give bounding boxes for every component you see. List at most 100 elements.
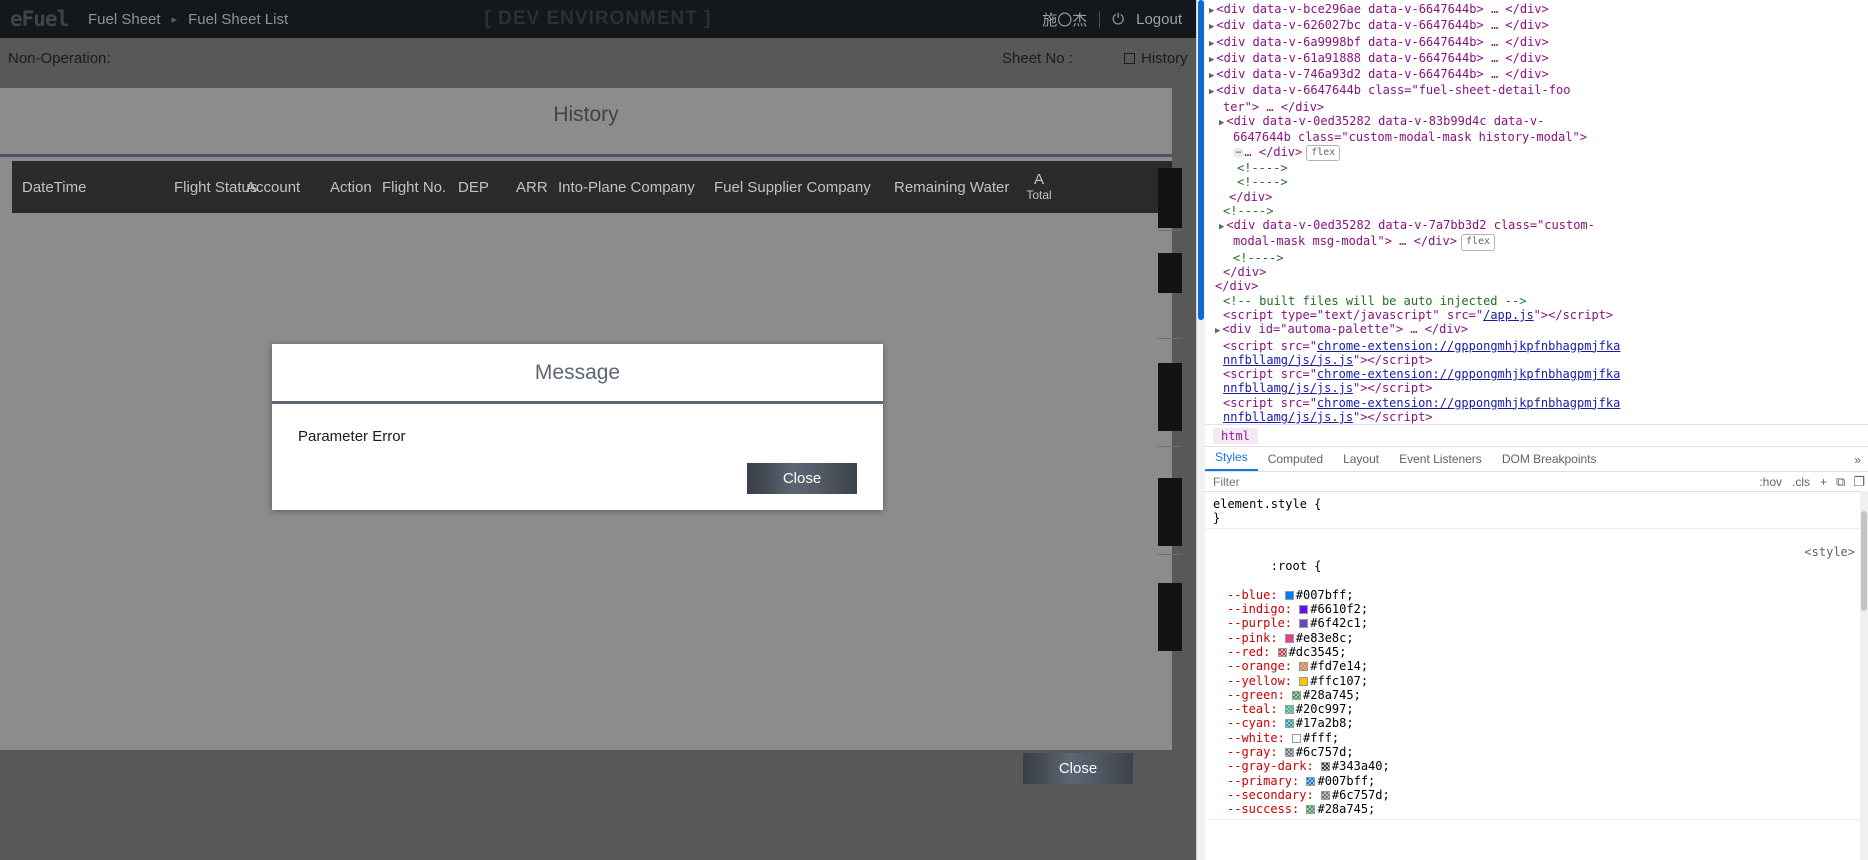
color-swatch-icon[interactable] — [1292, 690, 1302, 700]
dom-line[interactable]: <script src="chrome-extension://gppongmh… — [1205, 367, 1868, 381]
color-swatch-icon[interactable] — [1284, 590, 1294, 600]
flex-badge[interactable]: flex — [1306, 144, 1341, 161]
dom-line[interactable]: <!----> — [1205, 175, 1868, 189]
expand-triangle-icon[interactable]: ▶ — [1209, 6, 1214, 16]
color-swatch-icon[interactable] — [1284, 705, 1294, 715]
history-checkbox-group[interactable]: History — [1124, 50, 1188, 67]
css-variable-row[interactable]: --teal: #20c997; — [1209, 702, 1861, 716]
flex-badge[interactable]: flex — [1460, 234, 1496, 251]
color-swatch-icon[interactable] — [1299, 605, 1309, 615]
dom-tree-scrollbar[interactable] — [1197, 0, 1205, 860]
color-swatch-icon[interactable] — [1299, 619, 1309, 629]
css-variable-row[interactable]: --red: #dc3545; — [1209, 645, 1861, 659]
column-header-action[interactable]: Action — [330, 179, 382, 196]
script-src-link[interactable]: nnfbllamg/js/js.js — [1223, 410, 1353, 424]
dom-line[interactable]: <!----> — [1205, 161, 1868, 175]
css-variable-row[interactable]: --white: #fff; — [1209, 731, 1861, 745]
script-src-link[interactable]: /app.js — [1483, 308, 1534, 322]
dom-line[interactable]: <!-- built files will be auto injected -… — [1205, 294, 1868, 308]
toggle-sidebar-icon[interactable]: ❐ — [1849, 474, 1868, 490]
ellipsis-icon[interactable]: ⋯ — [1233, 147, 1245, 158]
dom-line[interactable]: ▶ <div data-v-61a91888 data-v-6647644b> …… — [1205, 51, 1868, 67]
column-header-remaining-water[interactable]: Remaining Water — [894, 179, 1022, 196]
tab-styles[interactable]: Styles — [1205, 446, 1258, 471]
expand-triangle-icon[interactable]: ▶ — [1209, 87, 1214, 97]
root-style-rule[interactable]: <style> :root { --blue: #007bff; --indigo… — [1205, 529, 1861, 820]
breadcrumb-node-html[interactable]: html — [1213, 427, 1258, 444]
column-header-into-plane-company[interactable]: Into-Plane Company — [558, 179, 714, 196]
dom-line[interactable]: ⋯… </div> flex — [1205, 144, 1868, 161]
css-variable-row[interactable]: --blue: #007bff; — [1209, 588, 1861, 602]
styles-scrollbar-thumb[interactable] — [1861, 511, 1867, 611]
css-variable-row[interactable]: --secondary: #6c757d; — [1209, 788, 1861, 802]
dom-line[interactable]: <script src="chrome-extension://gppongmh… — [1205, 396, 1868, 410]
css-variable-row[interactable]: --primary: #007bff; — [1209, 774, 1861, 788]
column-header-fuel-supplier-company[interactable]: Fuel Supplier Company — [714, 179, 894, 196]
color-swatch-icon[interactable] — [1299, 676, 1309, 686]
styles-filter-input[interactable] — [1205, 474, 1755, 489]
dom-line[interactable]: nnfbllamg/js/js.js"></script> — [1205, 410, 1868, 424]
history-close-button[interactable]: Close — [1023, 753, 1133, 784]
new-style-rule-button[interactable]: + — [1815, 475, 1832, 489]
tab-event-listeners[interactable]: Event Listeners — [1389, 448, 1492, 471]
color-swatch-icon[interactable] — [1306, 805, 1316, 815]
script-src-link[interactable]: chrome-extension://gppongmhjkpfnbhagpmjf… — [1317, 339, 1620, 353]
column-header-arr[interactable]: ARR — [516, 179, 558, 196]
computed-sidebar-icon[interactable]: ⧉ — [1832, 474, 1849, 490]
dom-line[interactable]: </div> — [1205, 265, 1868, 279]
tab-dom-breakpoints[interactable]: DOM Breakpoints — [1492, 448, 1607, 471]
breadcrumb-item-fuel-sheet[interactable]: Fuel Sheet — [88, 11, 161, 28]
color-swatch-icon[interactable] — [1299, 662, 1309, 672]
more-tabs-icon[interactable]: » — [1846, 449, 1868, 471]
script-src-link[interactable]: nnfbllamg/js/js.js — [1223, 353, 1353, 367]
dom-line[interactable]: <script src="chrome-extension://gppongmh… — [1205, 339, 1868, 353]
css-variable-row[interactable]: --orange: #fd7e14; — [1209, 659, 1861, 673]
expand-triangle-icon[interactable]: ▶ — [1215, 326, 1220, 336]
efuel-logo[interactable]: eFuel — [10, 7, 88, 31]
dom-line[interactable]: <!----> — [1205, 204, 1868, 218]
dom-line[interactable]: <script type="text/javascript" src="/app… — [1205, 308, 1868, 322]
color-swatch-icon[interactable] — [1277, 647, 1287, 657]
power-icon[interactable]: ⏻ — [1112, 11, 1124, 28]
css-variable-row[interactable]: --gray-dark: #343a40; — [1209, 759, 1861, 773]
tab-computed[interactable]: Computed — [1258, 448, 1333, 471]
cls-toggle-button[interactable]: .cls — [1787, 475, 1815, 489]
color-swatch-icon[interactable] — [1292, 733, 1302, 743]
column-header-account[interactable]: Account — [246, 179, 330, 196]
css-variable-row[interactable]: --purple: #6f42c1; — [1209, 616, 1861, 630]
color-swatch-icon[interactable] — [1284, 748, 1294, 758]
dom-line[interactable]: ter"> … </div> — [1205, 100, 1868, 114]
css-variable-row[interactable]: --indigo: #6610f2; — [1209, 602, 1861, 616]
column-header-flight-no[interactable]: Flight No. — [382, 179, 458, 196]
expand-triangle-icon[interactable]: ▶ — [1219, 118, 1224, 128]
css-variable-row[interactable]: --gray: #6c757d; — [1209, 745, 1861, 759]
color-swatch-icon[interactable] — [1320, 790, 1330, 800]
dom-line[interactable]: ▶ <div data-v-626027bc data-v-6647644b> …… — [1205, 18, 1868, 34]
column-header-a-total[interactable]: A Total — [1022, 171, 1056, 202]
dom-line[interactable]: ▶ <div data-v-bce296ae data-v-6647644b> …… — [1205, 2, 1868, 18]
checkbox-icon[interactable] — [1124, 52, 1135, 64]
element-style-rule[interactable]: element.style { } — [1205, 495, 1861, 529]
css-variable-row[interactable]: --pink: #e83e8c; — [1209, 631, 1861, 645]
expand-triangle-icon[interactable]: ▶ — [1209, 22, 1214, 32]
css-variable-row[interactable]: --cyan: #17a2b8; — [1209, 716, 1861, 730]
column-header-datetime[interactable]: DateTime — [22, 179, 174, 196]
dom-line[interactable]: nnfbllamg/js/js.js"></script> — [1205, 353, 1868, 367]
dom-line[interactable]: 6647644b class="custom-modal-mask histor… — [1205, 130, 1868, 144]
style-source-link[interactable]: <style> — [1804, 545, 1861, 559]
expand-triangle-icon[interactable]: ▶ — [1209, 39, 1214, 49]
dom-line[interactable]: ▶ <div data-v-6647644b class="fuel-sheet-… — [1205, 83, 1868, 99]
expand-triangle-icon[interactable]: ▶ — [1209, 71, 1214, 81]
color-swatch-icon[interactable] — [1284, 719, 1294, 729]
dom-tree-scrollbar-thumb[interactable] — [1198, 0, 1204, 320]
dom-line[interactable]: ▶ <div id="automa-palette"> … </div> — [1205, 322, 1868, 338]
color-swatch-icon[interactable] — [1284, 633, 1294, 643]
script-src-link[interactable]: chrome-extension://gppongmhjkpfnbhagpmjf… — [1317, 367, 1620, 381]
script-src-link[interactable]: chrome-extension://gppongmhjkpfnbhagpmjf… — [1317, 396, 1620, 410]
dom-line[interactable]: modal-mask msg-modal"> … </div> flex — [1205, 234, 1868, 251]
message-close-button[interactable]: Close — [747, 463, 857, 494]
expand-triangle-icon[interactable]: ▶ — [1209, 55, 1214, 65]
css-variable-row[interactable]: --green: #28a745; — [1209, 688, 1861, 702]
styles-scrollbar[interactable] — [1860, 491, 1868, 860]
column-header-dep[interactable]: DEP — [458, 179, 516, 196]
